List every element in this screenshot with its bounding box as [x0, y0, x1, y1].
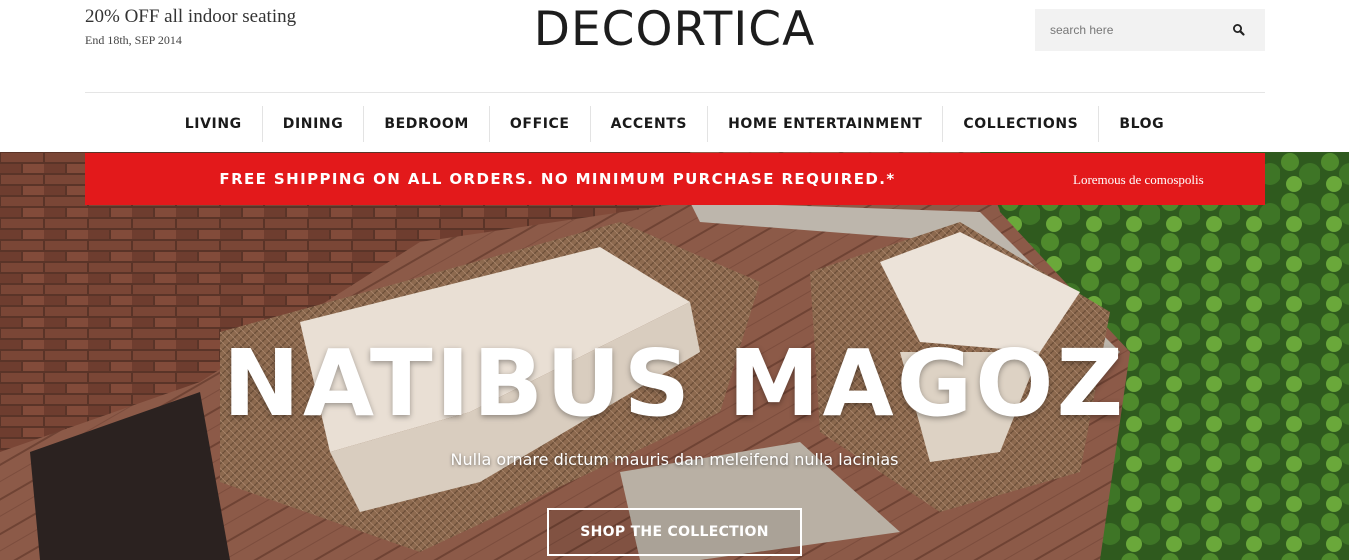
search-icon[interactable]	[1231, 22, 1247, 38]
nav-item-bedroom[interactable]: BEDROOM	[364, 106, 490, 142]
search-box	[1035, 9, 1265, 51]
shipping-link[interactable]: Loremous de comospolis	[1073, 172, 1204, 188]
nav-item-accents[interactable]: ACCENTS	[591, 106, 709, 142]
nav-item-home-entertainment[interactable]: HOME ENTERTAINMENT	[708, 106, 944, 142]
site-header: 20% OFF all indoor seating End 18th, SEP…	[0, 0, 1349, 152]
nav-item-blog[interactable]: BLOG	[1099, 106, 1184, 142]
header-divider	[85, 92, 1265, 93]
nav-item-office[interactable]: OFFICE	[490, 106, 591, 142]
nav-item-living[interactable]: LIVING	[165, 106, 263, 142]
hero-subtitle: Nulla ornare dictum mauris dan meleifend…	[450, 450, 899, 469]
hero-title: NATIBUS MAGOZ	[222, 330, 1127, 437]
main-nav: LIVING DINING BEDROOM OFFICE ACCENTS HOM…	[0, 106, 1349, 142]
nav-item-collections[interactable]: COLLECTIONS	[943, 106, 1100, 142]
search-input[interactable]	[1035, 9, 1225, 51]
shop-collection-button[interactable]: SHOP THE COLLECTION	[547, 508, 802, 556]
shipping-message: FREE SHIPPING ON ALL ORDERS. NO MINIMUM …	[219, 170, 896, 188]
shipping-banner: FREE SHIPPING ON ALL ORDERS. NO MINIMUM …	[85, 153, 1265, 205]
nav-item-dining[interactable]: DINING	[263, 106, 365, 142]
